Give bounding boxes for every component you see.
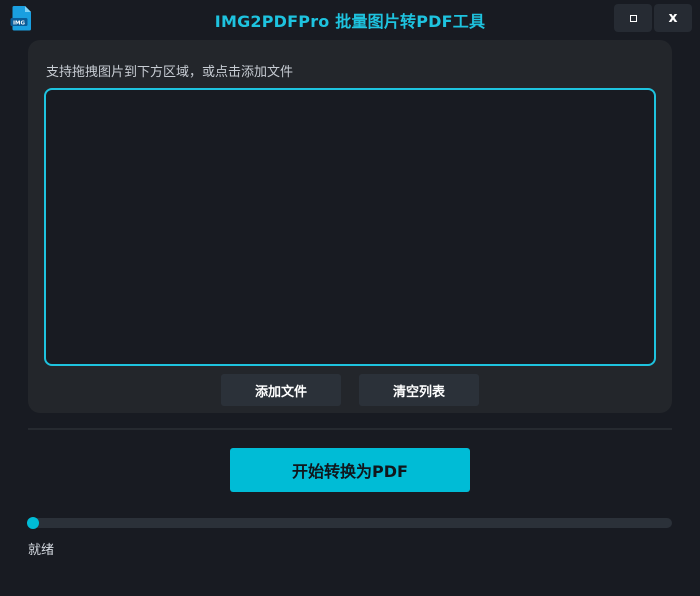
add-files-button[interactable]: 添加文件 <box>221 374 341 406</box>
file-drop-zone[interactable] <box>44 88 656 366</box>
clear-list-button[interactable]: 清空列表 <box>359 374 479 406</box>
status-text: 就绪 <box>28 543 55 558</box>
drop-hint-text: 支持拖拽图片到下方区域，或点击添加文件 <box>46 65 294 80</box>
convert-to-pdf-button[interactable]: 开始转换为PDF <box>230 448 470 492</box>
maximize-button[interactable] <box>614 4 652 32</box>
close-icon: x <box>668 10 678 26</box>
close-button[interactable]: x <box>654 4 692 32</box>
window-title: IMG2PDFPro 批量图片转PDF工具 <box>214 12 486 31</box>
file-panel: 支持拖拽图片到下方区域，或点击添加文件 添加文件 清空列表 <box>28 40 672 413</box>
app-window: IMG IMG2PDFPro 批量图片转PDF工具 x 支持拖拽图片到下方区域，… <box>0 0 700 596</box>
maximize-icon <box>629 14 637 22</box>
progress-indicator <box>27 517 39 529</box>
title-bar[interactable]: IMG IMG2PDFPro 批量图片转PDF工具 x <box>0 0 700 36</box>
progress-bar <box>27 517 672 529</box>
section-divider <box>28 428 672 430</box>
